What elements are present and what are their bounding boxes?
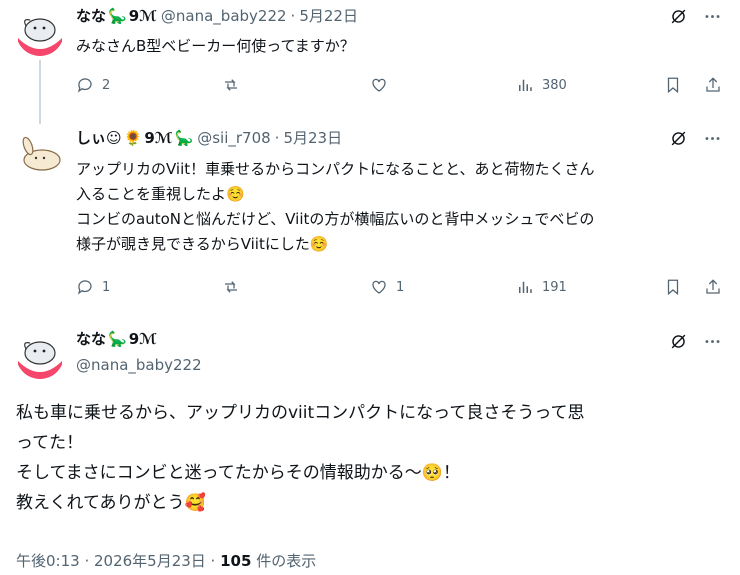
share-button[interactable] — [704, 76, 722, 94]
sunflower-icon: 🌻 — [123, 129, 143, 147]
dinosaur-avatar-icon — [16, 331, 64, 379]
grok-icon[interactable] — [668, 128, 688, 148]
avatar[interactable] — [16, 331, 64, 379]
views-count: 380 — [542, 77, 567, 93]
like-count: 1 — [396, 279, 405, 295]
display-name[interactable]: なな — [76, 6, 106, 26]
tweet-header: なな 🦕 9ℳ @nana_baby222 · 5月22日 — [76, 6, 358, 26]
text-line: そしてまさにコンビと迷ってたからその情報助かる〜🥺！ — [16, 463, 460, 483]
bookmark-button[interactable] — [664, 278, 682, 296]
reply-button[interactable]: 2 — [76, 76, 110, 94]
separator-dot: · — [290, 7, 296, 25]
bookmark-icon — [667, 77, 679, 94]
heart-icon — [372, 280, 386, 294]
bunny-avatar-icon — [16, 130, 64, 178]
retweet-icon — [225, 79, 237, 91]
text-line: 私も車に乗せるから、アップリカのviitコンパクトになって良さそうって思 — [16, 403, 585, 423]
retweet-button[interactable] — [222, 278, 240, 296]
action-bar: 2 380 — [76, 74, 726, 96]
like-button[interactable]: 1 — [370, 278, 404, 296]
dinosaur-icon: 🦕 — [108, 330, 127, 348]
display-badge: 9ℳ — [128, 330, 157, 348]
grok-icon[interactable] — [668, 6, 688, 26]
retweet-icon — [225, 281, 237, 293]
reply-icon — [77, 280, 92, 295]
timestamp[interactable]: 5月22日 — [299, 6, 358, 26]
display-badge: 9ℳ — [144, 129, 173, 147]
timestamp[interactable]: 5月23日 — [283, 128, 342, 148]
text-line: コンビのautoNと悩んだけど、Viitの方が横幅広いのと背中メッシュでベビの — [76, 210, 595, 228]
view-count: 105 — [220, 552, 252, 570]
handle[interactable]: @nana_baby222 — [161, 6, 287, 26]
separator-dot: · — [274, 129, 280, 147]
handle[interactable]: @sii_r708 — [197, 128, 270, 148]
views-button[interactable]: 380 — [516, 76, 567, 94]
handle[interactable]: @nana_baby222 — [76, 355, 202, 375]
dinosaur-avatar-icon — [16, 8, 64, 56]
main-tweet-text: 私も車に乗せるから、アップリカのviitコンパクトになって良さそうって思 ってた… — [16, 398, 584, 518]
text-line: 入ることを重視したよ☺️ — [76, 185, 245, 203]
views-count: 191 — [542, 279, 567, 295]
share-icon — [706, 77, 720, 92]
views-button[interactable]: 191 — [516, 278, 567, 296]
share-button[interactable] — [704, 278, 722, 296]
tweet-header: しぃ☺ 🌻 9ℳ 🦕 @sii_r708 · 5月23日 — [76, 128, 342, 148]
bookmark-button[interactable] — [664, 76, 682, 94]
reply-button[interactable]: 1 — [76, 278, 110, 296]
text-line: みなさんB型ベビーカー何使ってますか？ — [76, 37, 355, 55]
main-header: なな 🦕 9ℳ — [76, 329, 157, 349]
heart-icon — [372, 78, 386, 92]
views-label: 件の表示 — [251, 552, 317, 570]
share-icon — [706, 279, 720, 294]
more-icon[interactable] — [702, 331, 722, 351]
text-line: ってた！ — [16, 433, 84, 453]
main-handle-row: @nana_baby222 — [76, 355, 202, 375]
display-name[interactable]: なな — [76, 329, 106, 349]
text-line: アップリカのViit！車乗せるからコンパクトになることと、あと荷物たくさん — [76, 160, 595, 178]
like-button[interactable] — [370, 76, 388, 94]
reply-icon — [77, 78, 92, 93]
display-badge: 9ℳ — [128, 7, 157, 25]
reply-count: 1 — [102, 279, 111, 295]
retweet-button[interactable] — [222, 76, 240, 94]
bookmark-icon — [667, 279, 679, 296]
tweet-footer: 午後0:13 · 2026年5月23日 · 105 件の表示 — [16, 550, 316, 571]
display-name[interactable]: しぃ☺ — [76, 128, 122, 148]
grok-icon[interactable] — [668, 331, 688, 351]
reply-count: 2 — [102, 77, 111, 93]
text-line: 教えくれてありがとう🥰 — [16, 493, 206, 513]
tweet-text: みなさんB型ベビーカー何使ってますか？ — [76, 36, 355, 56]
action-bar: 1 1 191 — [76, 276, 726, 298]
dinosaur-icon: 🦕 — [108, 7, 127, 25]
more-icon[interactable] — [702, 6, 722, 26]
tweet-1[interactable]: なな 🦕 9ℳ @nana_baby222 · 5月22日 みなさんB型ベビーカ… — [0, 0, 740, 120]
more-icon[interactable] — [702, 128, 722, 148]
tweet-2[interactable]: しぃ☺ 🌻 9ℳ 🦕 @sii_r708 · 5月23日 アップリカのViit！… — [0, 120, 740, 315]
views-icon — [519, 281, 532, 293]
text-line: 様子が覗き見できるからViitにした☺️ — [76, 235, 329, 253]
views-icon — [519, 79, 532, 91]
avatar[interactable] — [16, 8, 64, 56]
tweet-text: アップリカのViit！車乗せるからコンパクトになることと、あと荷物たくさん 入る… — [76, 157, 595, 257]
dinosaur-icon: 🦕 — [174, 129, 194, 147]
avatar[interactable] — [16, 130, 64, 178]
posted-time[interactable]: 午後0:13 · 2026年5月23日 · — [16, 552, 220, 570]
